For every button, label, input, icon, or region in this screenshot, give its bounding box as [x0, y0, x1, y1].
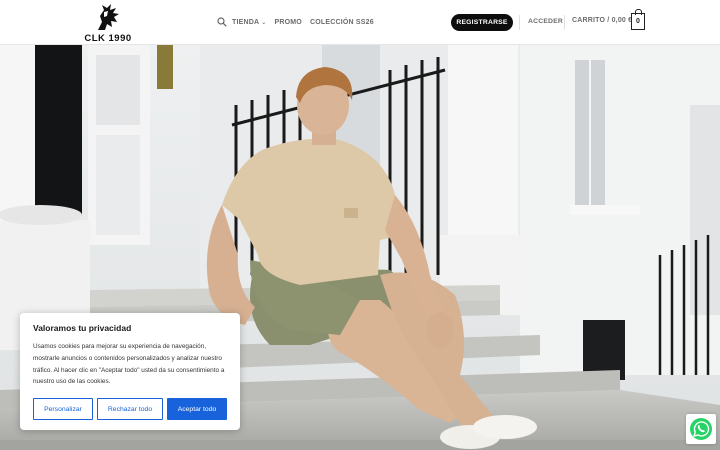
nav-item-promo[interactable]: PROMO	[275, 19, 302, 26]
reject-all-button[interactable]: Rechazar todo	[97, 398, 163, 420]
search-icon[interactable]	[217, 17, 227, 27]
nav-item-label: PROMO	[274, 18, 302, 26]
cookie-buttons: Personalizar Rechazar todo Aceptar todo	[33, 398, 231, 420]
whatsapp-icon	[690, 418, 712, 440]
nav-item-coleccion[interactable]: COLECCIÓN SS26	[310, 19, 374, 26]
cart-count: 0	[636, 18, 640, 25]
cookie-consent-banner: Valoramos tu privacidad Usamos cookies p…	[20, 313, 240, 430]
header-divider	[519, 15, 520, 30]
cookie-title: Valoramos tu privacidad	[33, 323, 132, 333]
logo-text: CLK 1990	[84, 33, 132, 44]
site-logo[interactable]: CLK 1990	[78, 2, 138, 44]
register-button[interactable]: REGISTRARSE	[451, 14, 513, 31]
nav-item-tienda[interactable]: TIENDA ⌄	[232, 19, 267, 26]
cookie-description: Usamos cookies para mejorar su experienc…	[33, 343, 225, 386]
whatsapp-button[interactable]	[686, 414, 716, 444]
header-divider	[564, 15, 565, 30]
login-link[interactable]: ACCEDER	[528, 18, 563, 25]
cart-icon[interactable]: 0	[631, 9, 645, 30]
griffin-logo-icon	[98, 4, 119, 30]
nav-item-label: COLECCIÓN SS26	[309, 18, 374, 26]
main-nav: TIENDA ⌄ PROMO COLECCIÓN SS26	[217, 15, 382, 29]
cart-link[interactable]: CARRITO / 0,00 €	[572, 17, 632, 24]
accept-all-button[interactable]: Aceptar todo	[167, 398, 227, 420]
customize-button[interactable]: Personalizar	[33, 398, 93, 420]
chevron-down-icon: ⌄	[261, 19, 267, 26]
nav-item-label: TIENDA	[232, 18, 260, 26]
site-header: CLK 1990 TIENDA ⌄ PROMO COLECCIÓN SS26 R…	[0, 0, 720, 45]
